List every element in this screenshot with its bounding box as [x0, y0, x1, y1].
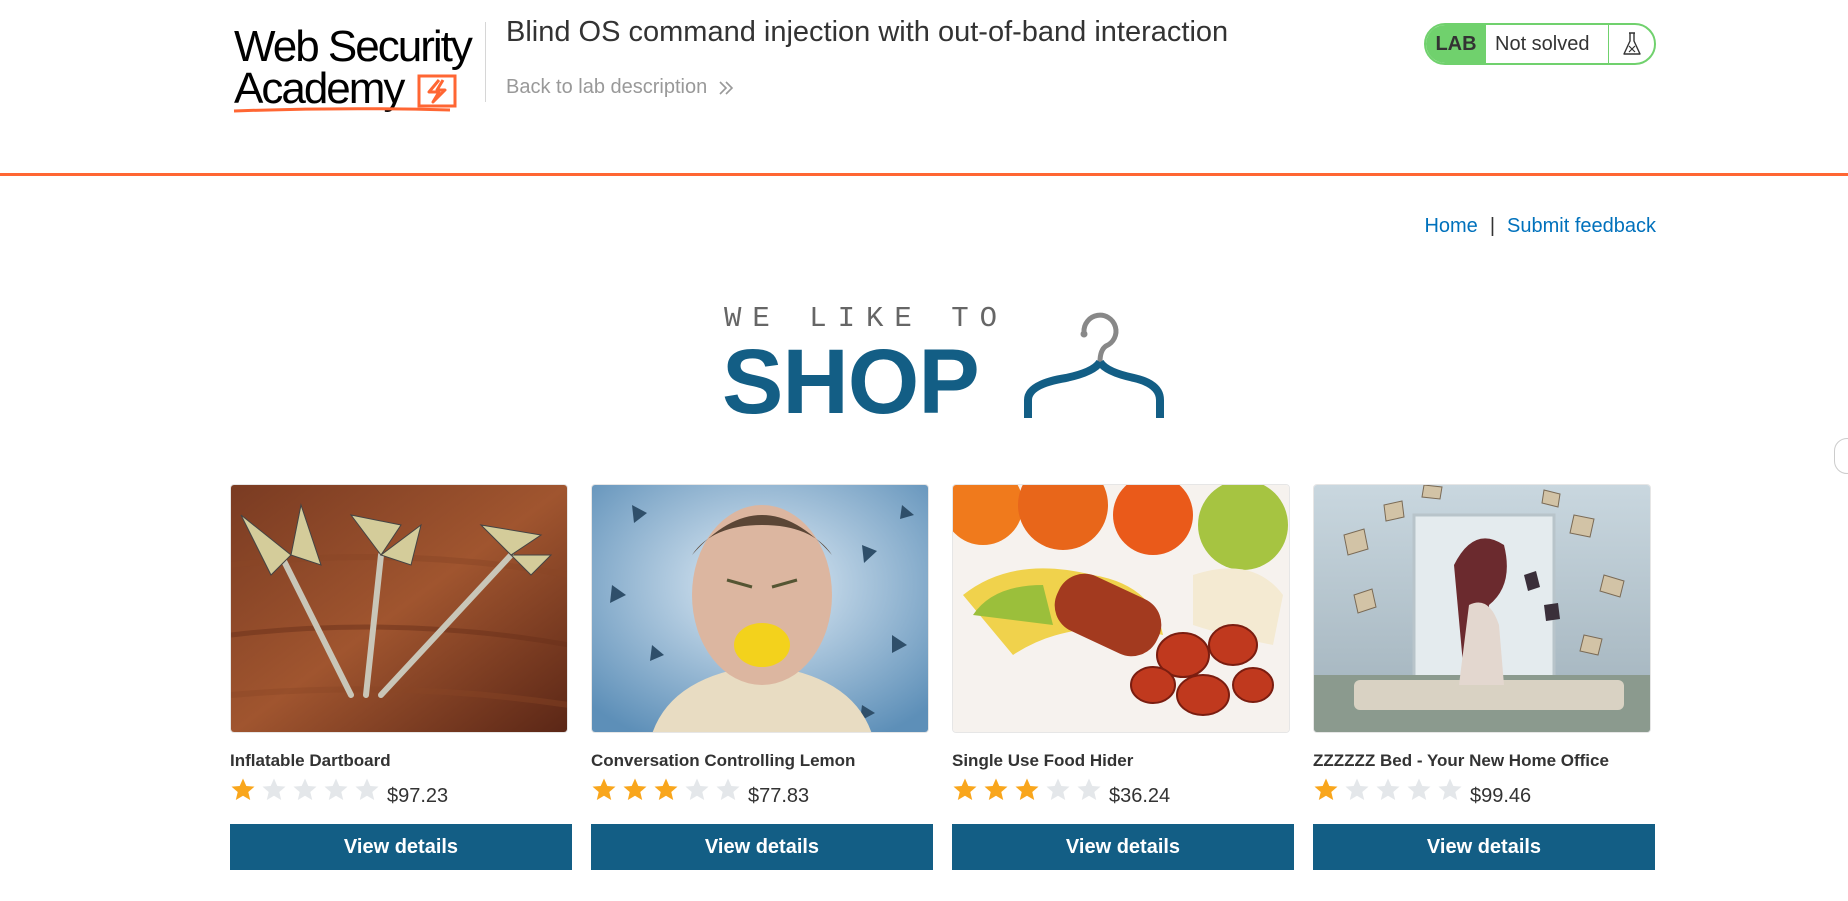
view-details-button[interactable]: View details — [230, 824, 572, 870]
star-empty-icon — [355, 778, 379, 800]
product-name: Single Use Food Hider — [952, 751, 1134, 770]
logo-underline — [233, 107, 451, 113]
star-empty-icon — [262, 778, 286, 800]
lemon-man-image[interactable] — [591, 484, 929, 733]
star-filled-icon — [1015, 778, 1039, 800]
star-filled-icon — [231, 778, 255, 800]
product-name: ZZZZZZ Bed - Your New Home Office — [1313, 751, 1609, 770]
view-details-button[interactable]: View details — [591, 824, 933, 870]
star-filled-icon — [592, 778, 616, 800]
star-empty-icon — [1077, 778, 1101, 800]
star-rating — [230, 777, 380, 803]
star-rating — [952, 777, 1102, 803]
product-name: Conversation Controlling Lemon — [591, 751, 856, 770]
lab-badge: LAB — [1426, 25, 1486, 63]
star-filled-icon — [953, 778, 977, 800]
star-empty-icon — [293, 778, 317, 800]
star-empty-icon — [1407, 778, 1431, 800]
star-filled-icon — [1314, 778, 1338, 800]
star-rating — [591, 777, 741, 803]
home-link[interactable]: Home — [1424, 215, 1477, 238]
star-empty-icon — [324, 778, 348, 800]
back-to-lab-description-link[interactable]: Back to lab description — [506, 76, 735, 99]
hanger-icon — [1024, 312, 1164, 418]
star-rating — [1313, 777, 1463, 803]
star-empty-icon — [716, 778, 740, 800]
top-nav: Home | Submit feedback — [1424, 215, 1656, 238]
star-filled-icon — [984, 778, 1008, 800]
web-security-academy-logo[interactable]: Web Security Academy — [232, 22, 482, 113]
shop-banner: WE LIKE TO SHOP — [722, 300, 1164, 433]
product-price: $77.83 — [748, 785, 810, 807]
star-empty-icon — [1345, 778, 1369, 800]
flask-icon — [1608, 25, 1654, 63]
product-price: $36.24 — [1109, 785, 1171, 807]
back-link-label: Back to lab description — [506, 76, 708, 98]
header-divider — [485, 22, 486, 102]
darts-image[interactable] — [230, 484, 568, 733]
star-empty-icon — [685, 778, 709, 800]
floating-books-image[interactable] — [1313, 484, 1651, 733]
double-chevron-right-icon — [719, 80, 734, 95]
product-price: $99.46 — [1470, 785, 1532, 807]
lab-status-text: Not solved — [1495, 32, 1590, 55]
star-filled-icon — [654, 778, 678, 800]
star-empty-icon — [1046, 778, 1070, 800]
lab-status-widget: LAB Not solved — [1424, 23, 1656, 65]
view-details-button[interactable]: View details — [952, 824, 1294, 870]
product-name: Inflatable Dartboard — [230, 751, 391, 770]
lightning-logo-icon — [417, 74, 457, 108]
star-empty-icon — [1438, 778, 1462, 800]
academy-header: Web Security Academy Blind OS command in… — [0, 0, 1848, 176]
food-hider-image[interactable] — [952, 484, 1290, 733]
side-panel-handle[interactable] — [1834, 438, 1848, 474]
view-details-button[interactable]: View details — [1313, 824, 1655, 870]
star-empty-icon — [1376, 778, 1400, 800]
nav-separator: | — [1489, 215, 1496, 237]
star-filled-icon — [623, 778, 647, 800]
product-price: $97.23 — [387, 785, 449, 807]
lab-title: Blind OS command injection with out-of-b… — [506, 16, 1229, 48]
banner-title: SHOP — [722, 331, 980, 433]
submit-feedback-link[interactable]: Submit feedback — [1507, 215, 1656, 238]
